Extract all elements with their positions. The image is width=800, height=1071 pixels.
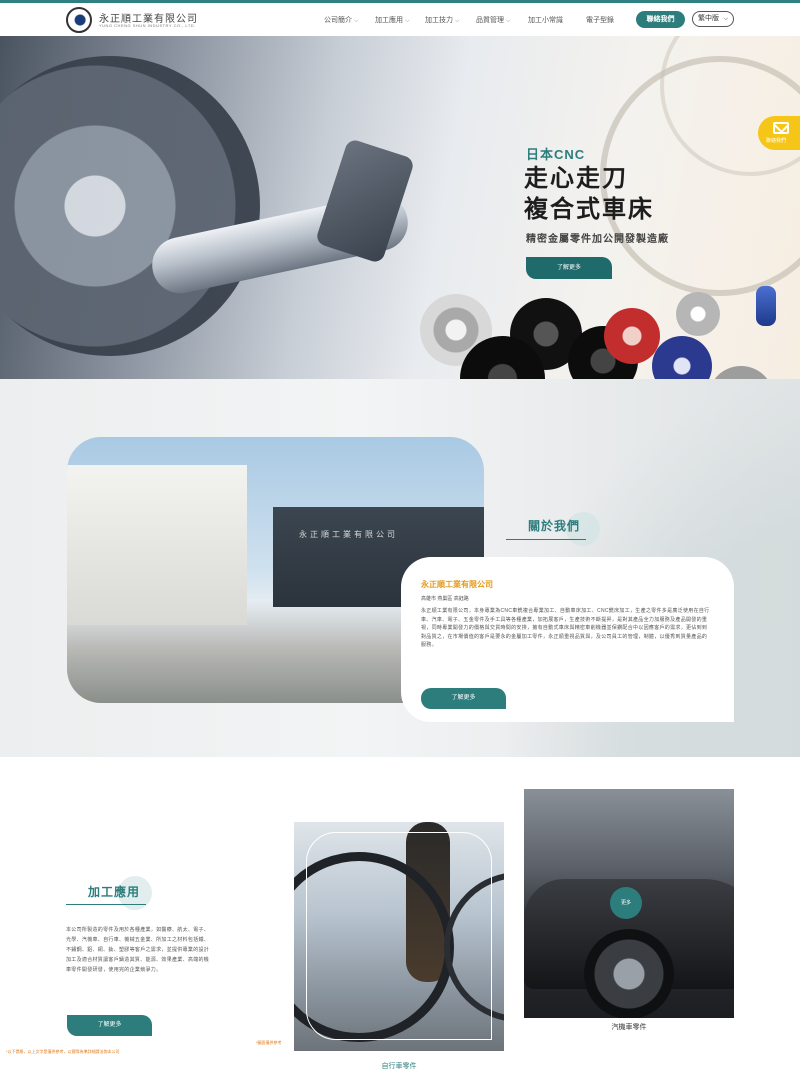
hero-title-line: 走心走刀 — [524, 163, 628, 192]
mail-icon[interactable] — [773, 122, 789, 134]
applications-body-text: 本公司所製造的零件及用於各種產業，如醫療、航太、電子、光學、汽機車、自行車、機械… — [66, 927, 210, 973]
nav-label: 電子型錄 — [586, 17, 614, 24]
nav-label: 加工應用 — [375, 17, 403, 24]
nav-label: 加工小常識 — [528, 17, 563, 24]
contact-button[interactable]: 聯絡我們 — [636, 11, 685, 28]
nav-label: 加工技力 — [425, 17, 453, 24]
language-label: 繁中版 — [698, 15, 719, 22]
hero-title: 走心走刀 複合式車床 — [524, 162, 654, 224]
about-body-text: 永正順工業有限公司，本身專業為CNC車銑複合專業加工、自動車床加工、CNC銑床加… — [421, 608, 710, 649]
hero-title-line: 複合式車床 — [524, 194, 654, 223]
about-company-name: 永正順工業有限公司 — [421, 580, 493, 589]
hero-subtitle: 日本CNC — [526, 147, 586, 162]
chevron-down-icon: ⌵ — [723, 16, 728, 22]
hero-description: 精密金屬零件加公開發製造廠 — [526, 234, 669, 245]
hero-banner: 日本CNC 走心走刀 複合式車床 精密金屬零件加公開發製造廠 了解更多 — [0, 36, 800, 379]
car-wheel-image — [584, 929, 674, 1018]
nav-label: 品質管理 — [476, 17, 504, 24]
chevron-down-icon: ⌵ — [354, 18, 359, 24]
metal-part-image — [604, 308, 660, 364]
nav-item-tips[interactable]: 加工小常識 — [528, 15, 563, 25]
chevron-down-icon: ⌵ — [506, 18, 511, 24]
nav-item-capability[interactable]: 加工技力 ⌵ — [425, 15, 460, 25]
metal-part-image — [708, 366, 774, 379]
metal-part-image — [676, 292, 720, 336]
lathe-chuck-image — [0, 56, 260, 356]
office-building-image — [67, 465, 247, 625]
card-frame-overlay — [306, 832, 492, 1040]
company-logo-icon[interactable] — [66, 7, 92, 33]
company-name-en: YUNG CHENG SHUN INDUSTRY CO., LTD. — [99, 23, 196, 28]
card-label[interactable]: 自行車零件 — [294, 1061, 504, 1071]
disclaimer-note: *以下價格，以上文字是僅供參考，以實際為準詳細請洽詢本公司 — [6, 1049, 120, 1054]
hero-learn-more-button[interactable]: 了解更多 — [526, 257, 612, 279]
card-more-button[interactable]: 更多 — [610, 887, 642, 919]
about-learn-more-button[interactable]: 了解更多 — [421, 688, 506, 709]
nav-item-catalog[interactable]: 電子型錄 — [586, 15, 614, 25]
language-select[interactable]: 繁中版 ⌵ — [692, 11, 734, 27]
cutting-tool-image — [314, 137, 416, 265]
factory-sign-text: 永正順工業有限公司 — [299, 530, 398, 539]
applications-learn-more-button[interactable]: 了解更多 — [67, 1015, 152, 1036]
nav-item-about[interactable]: 公司簡介 ⌵ — [324, 15, 359, 25]
about-address: 高雄市 燕巢區 高鈺路 — [421, 596, 469, 602]
nav-item-applications[interactable]: 加工應用 ⌵ — [375, 15, 410, 25]
metal-part-image — [756, 286, 776, 326]
image-reference-note: *圖面僅供參考 — [256, 1040, 282, 1045]
heading-underline — [506, 539, 586, 540]
metal-part-image — [652, 336, 712, 379]
nav-item-quality[interactable]: 品質管理 ⌵ — [476, 15, 511, 25]
floating-contact-label[interactable]: 聯絡我們 — [766, 137, 786, 144]
chevron-down-icon: ⌵ — [405, 18, 410, 24]
card-label[interactable]: 汽機車零件 — [524, 1022, 734, 1032]
chevron-down-icon: ⌵ — [455, 18, 460, 24]
heading-underline — [66, 904, 146, 905]
site-header: 永正順工業有限公司 YUNG CHENG SHUN INDUSTRY CO., … — [0, 3, 800, 36]
nav-label: 公司簡介 — [324, 17, 352, 24]
